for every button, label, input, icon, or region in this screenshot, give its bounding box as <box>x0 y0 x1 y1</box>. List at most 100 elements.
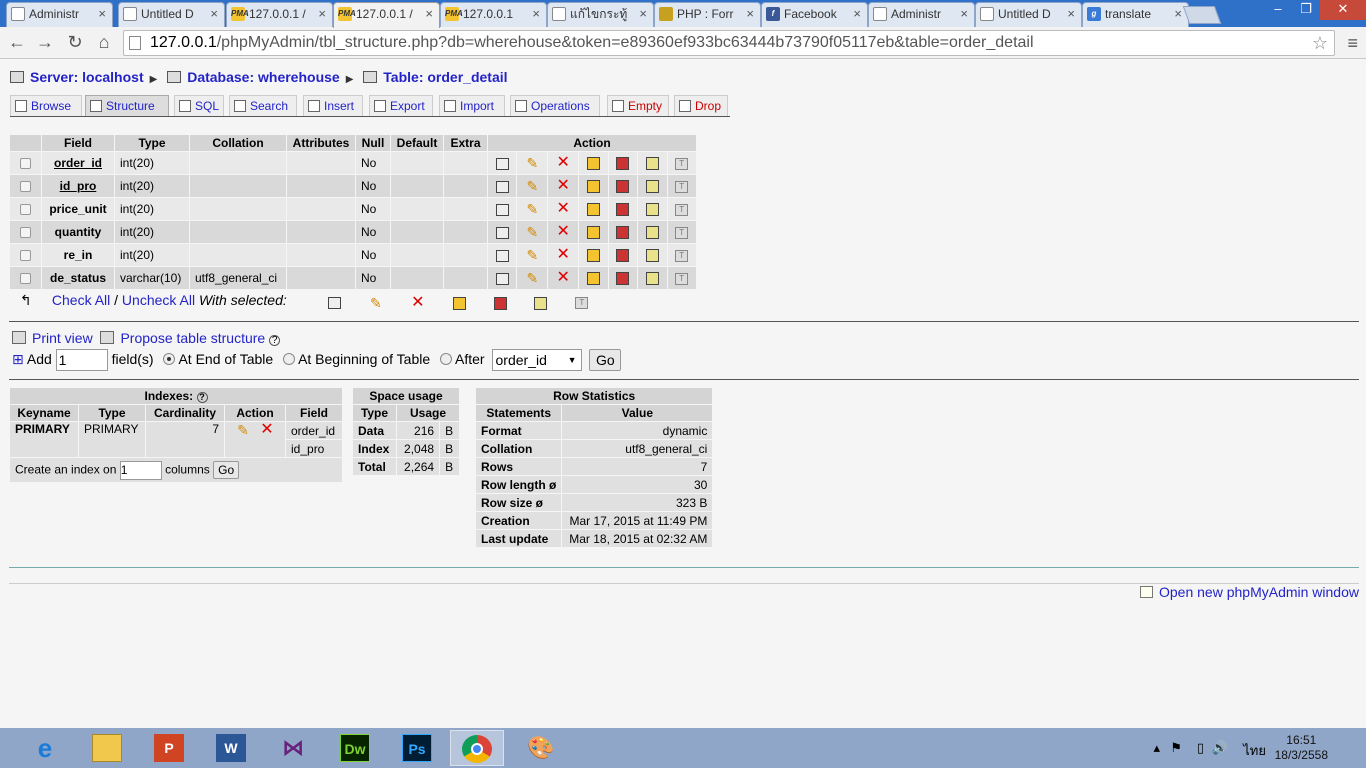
table-link[interactable]: Table: order_detail <box>383 69 507 85</box>
tab-export[interactable]: Export <box>369 95 433 116</box>
row-checkbox[interactable] <box>20 227 31 239</box>
edit-icon[interactable]: ✎ <box>525 271 539 285</box>
unique-icon[interactable] <box>616 249 630 263</box>
tab-sql[interactable]: SQL <box>174 95 224 116</box>
fulltext-icon[interactable]: T <box>675 272 689 285</box>
delete-icon[interactable]: ✕ <box>556 178 570 194</box>
delete-icon[interactable]: ✕ <box>556 247 570 263</box>
index-icon[interactable] <box>645 157 659 171</box>
edit-icon[interactable]: ✎ <box>525 225 539 239</box>
go-button[interactable]: Go <box>589 349 622 372</box>
browser-tab[interactable]: Administr × <box>6 2 113 27</box>
fulltext-icon[interactable]: T <box>675 203 689 216</box>
browser-tab[interactable]: PMA 127.0.0.1 / × <box>226 2 333 27</box>
browse-icon[interactable] <box>495 272 509 285</box>
browse-icon[interactable] <box>328 297 341 310</box>
new-tab-button[interactable] <box>1182 6 1222 24</box>
tab-empty[interactable]: Empty <box>607 95 669 116</box>
print-view-link[interactable]: Print view <box>32 330 93 346</box>
browser-tab[interactable]: แก้ไขกระทู้ × <box>547 2 654 27</box>
primary-key-icon[interactable] <box>452 296 466 310</box>
fulltext-icon[interactable]: T <box>575 297 589 310</box>
tab-insert[interactable]: Insert <box>303 95 363 116</box>
tab-operations[interactable]: Operations <box>510 95 600 116</box>
close-tab-icon[interactable]: × <box>532 3 540 25</box>
close-tab-icon[interactable]: × <box>318 3 326 25</box>
row-checkbox[interactable] <box>20 273 31 285</box>
flag-icon[interactable]: ⚑ <box>1170 740 1182 756</box>
close-tab-icon[interactable]: × <box>425 3 433 25</box>
close-tab-icon[interactable]: × <box>98 3 106 25</box>
delete-icon[interactable]: ✕ <box>556 155 570 171</box>
browse-icon[interactable] <box>495 180 509 193</box>
browser-tab[interactable]: Administr × <box>868 2 975 27</box>
browse-icon[interactable] <box>495 226 509 239</box>
unique-icon[interactable] <box>616 272 630 286</box>
photoshop-icon[interactable]: Ps <box>390 730 444 766</box>
unique-icon[interactable] <box>616 180 630 194</box>
browser-tab[interactable]: Untitled D × <box>118 2 225 27</box>
browser-tab[interactable]: Untitled D × <box>975 2 1082 27</box>
delete-icon[interactable]: ✕ <box>556 224 570 240</box>
unique-icon[interactable] <box>616 157 630 171</box>
close-tab-icon[interactable]: × <box>960 3 968 25</box>
help-icon[interactable]: ? <box>196 392 208 403</box>
close-window-icon[interactable]: ✕ <box>1320 0 1366 20</box>
index-icon[interactable] <box>645 203 659 217</box>
close-tab-icon[interactable]: × <box>1174 3 1182 25</box>
index-icon[interactable] <box>645 226 659 240</box>
edit-icon[interactable]: ✎ <box>525 156 539 170</box>
fulltext-icon[interactable]: T <box>675 180 689 193</box>
language-indicator[interactable]: ไทย <box>1243 740 1266 761</box>
database-link[interactable]: Database: wherehouse <box>187 69 340 85</box>
browse-icon[interactable] <box>495 203 509 216</box>
primary-key-icon[interactable] <box>586 203 600 217</box>
tab-drop[interactable]: Drop <box>674 95 728 116</box>
back-icon[interactable]: ← <box>6 32 28 54</box>
unique-icon[interactable] <box>616 226 630 240</box>
browse-icon[interactable] <box>495 249 509 262</box>
dreamweaver-icon[interactable]: Dw <box>328 730 382 766</box>
browser-tab[interactable]: PMA 127.0.0.1 × <box>440 2 547 27</box>
close-tab-icon[interactable]: × <box>1067 3 1075 25</box>
edit-icon[interactable]: ✎ <box>525 202 539 216</box>
minimize-icon[interactable]: – <box>1264 0 1292 20</box>
forward-icon[interactable]: → <box>34 32 56 54</box>
primary-key-icon[interactable] <box>586 157 600 171</box>
home-icon[interactable]: ⌂ <box>93 32 115 54</box>
reload-icon[interactable]: ↻ <box>64 32 86 54</box>
primary-key-icon[interactable] <box>586 180 600 194</box>
delete-icon[interactable]: ✕ <box>260 421 274 437</box>
primary-key-icon[interactable] <box>586 272 600 286</box>
edit-icon[interactable]: ✎ <box>525 179 539 193</box>
browse-icon[interactable] <box>495 157 509 170</box>
browser-tab[interactable]: PHP : Forr × <box>654 2 761 27</box>
show-hidden-icons[interactable]: ▴ <box>1153 740 1160 756</box>
row-checkbox[interactable] <box>20 250 31 262</box>
help-icon[interactable]: ? <box>269 335 281 346</box>
close-tab-icon[interactable]: × <box>853 3 861 25</box>
explorer-icon[interactable] <box>80 730 134 766</box>
after-field-select[interactable]: order_id <box>491 349 582 372</box>
fulltext-icon[interactable]: T <box>675 249 689 262</box>
unique-icon[interactable] <box>616 203 630 217</box>
uncheck-all-link[interactable]: Uncheck All <box>122 292 195 308</box>
index-icon[interactable] <box>534 296 548 310</box>
powerpoint-icon[interactable]: P <box>142 730 196 766</box>
menu-icon[interactable]: ≡ <box>1347 33 1358 54</box>
chrome-icon[interactable] <box>450 730 504 766</box>
field-count-input[interactable] <box>55 349 108 372</box>
volume-icon[interactable]: 🔊 <box>1212 740 1228 756</box>
browser-tab[interactable]: f Facebook × <box>761 2 868 27</box>
edit-icon[interactable]: ✎ <box>236 423 250 437</box>
unique-icon[interactable] <box>493 296 507 310</box>
edit-icon[interactable]: ✎ <box>369 296 383 310</box>
delete-icon[interactable]: ✕ <box>556 201 570 217</box>
check-all-link[interactable]: Check All <box>52 292 110 308</box>
ie-icon[interactable]: e <box>18 730 72 766</box>
close-tab-icon[interactable]: × <box>746 3 754 25</box>
clock[interactable]: 16:51 18/3/2558 <box>1275 733 1328 763</box>
tab-browse[interactable]: Browse <box>10 95 82 116</box>
maximize-icon[interactable]: ❐ <box>1292 0 1320 20</box>
go-button[interactable]: Go <box>213 461 240 479</box>
